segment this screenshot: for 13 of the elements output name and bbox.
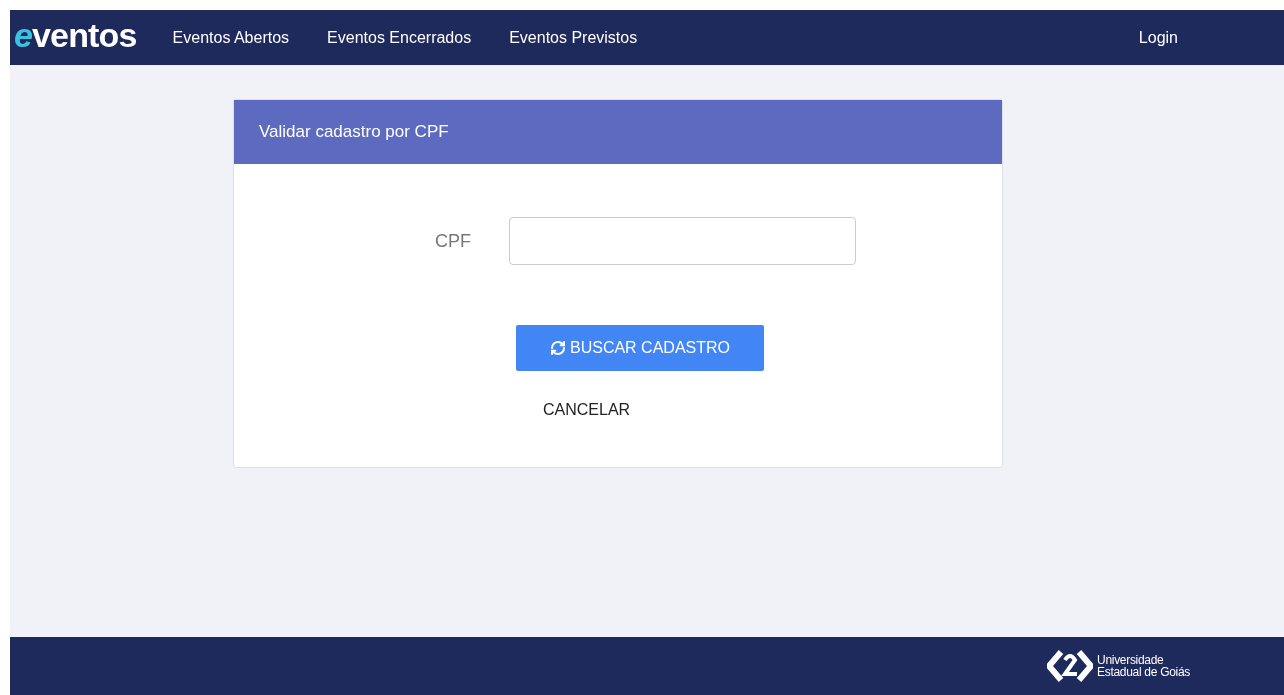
cpf-input-field[interactable] — [509, 217, 856, 265]
cancel-button[interactable]: CANCELAR — [543, 398, 631, 422]
nav-link[interactable]: Eventos Abertos — [172, 25, 290, 50]
login-link[interactable]: Login — [1138, 25, 1178, 50]
search-button[interactable]: BUSCAR CADASTRO — [516, 325, 764, 371]
nav-link[interactable]: Eventos Previstos — [509, 25, 638, 50]
card-title: Validar cadastro por CPF — [259, 121, 449, 144]
refresh-icon — [550, 340, 566, 356]
nav-link[interactable]: Eventos Encerrados — [327, 25, 472, 50]
logo[interactable]: eventos — [14, 17, 137, 52]
university-name: Estadual de Goiás — [1097, 666, 1190, 678]
university-name: Universidade — [1097, 654, 1165, 666]
cpf-label: CPF — [434, 229, 471, 253]
